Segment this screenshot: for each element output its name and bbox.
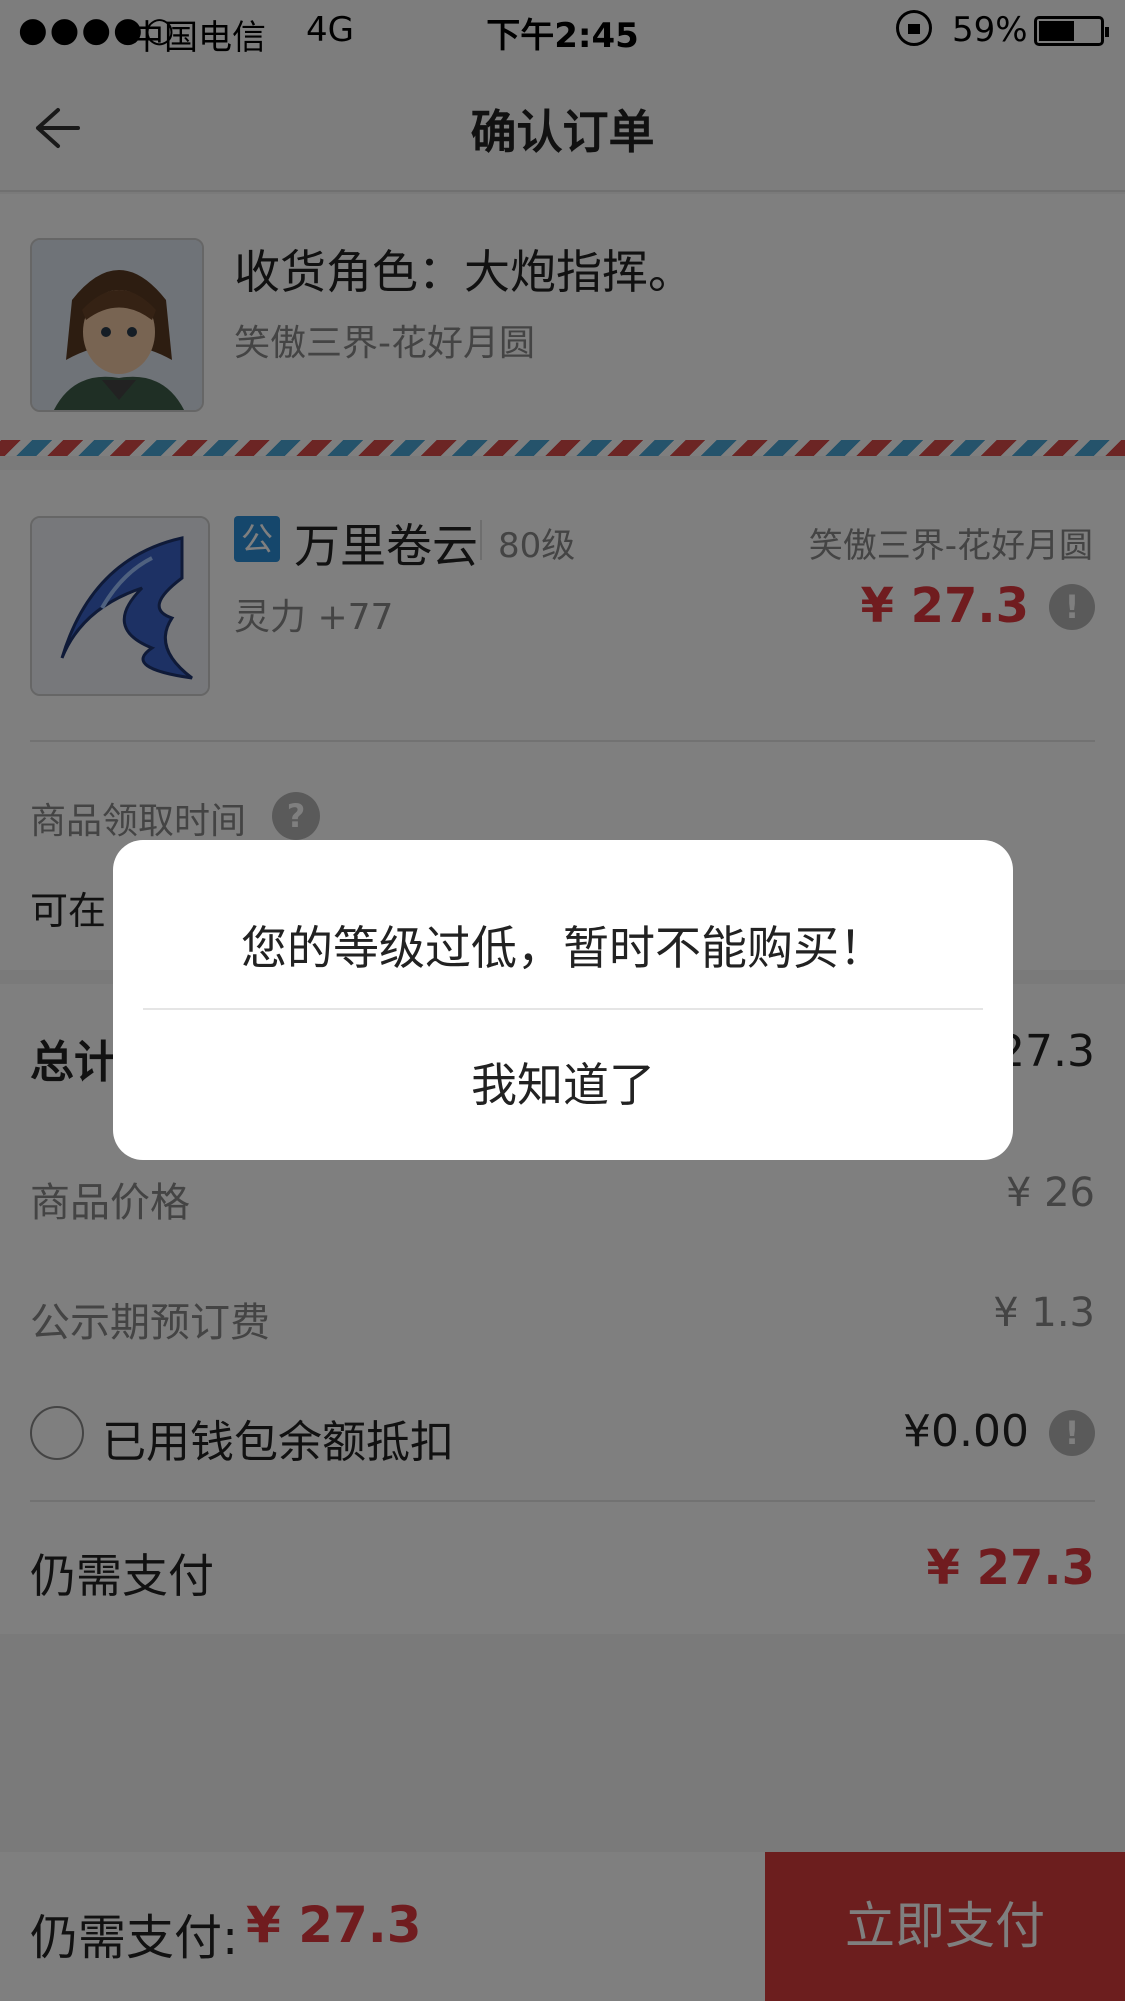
dialog-message: 您的等级过低，暂时不能购买！ bbox=[241, 921, 885, 975]
dialog-confirm-button[interactable]: 我知道了 bbox=[113, 1010, 1013, 1160]
alert-dialog: 您的等级过低，暂时不能购买！ 我知道了 bbox=[113, 840, 1013, 1160]
